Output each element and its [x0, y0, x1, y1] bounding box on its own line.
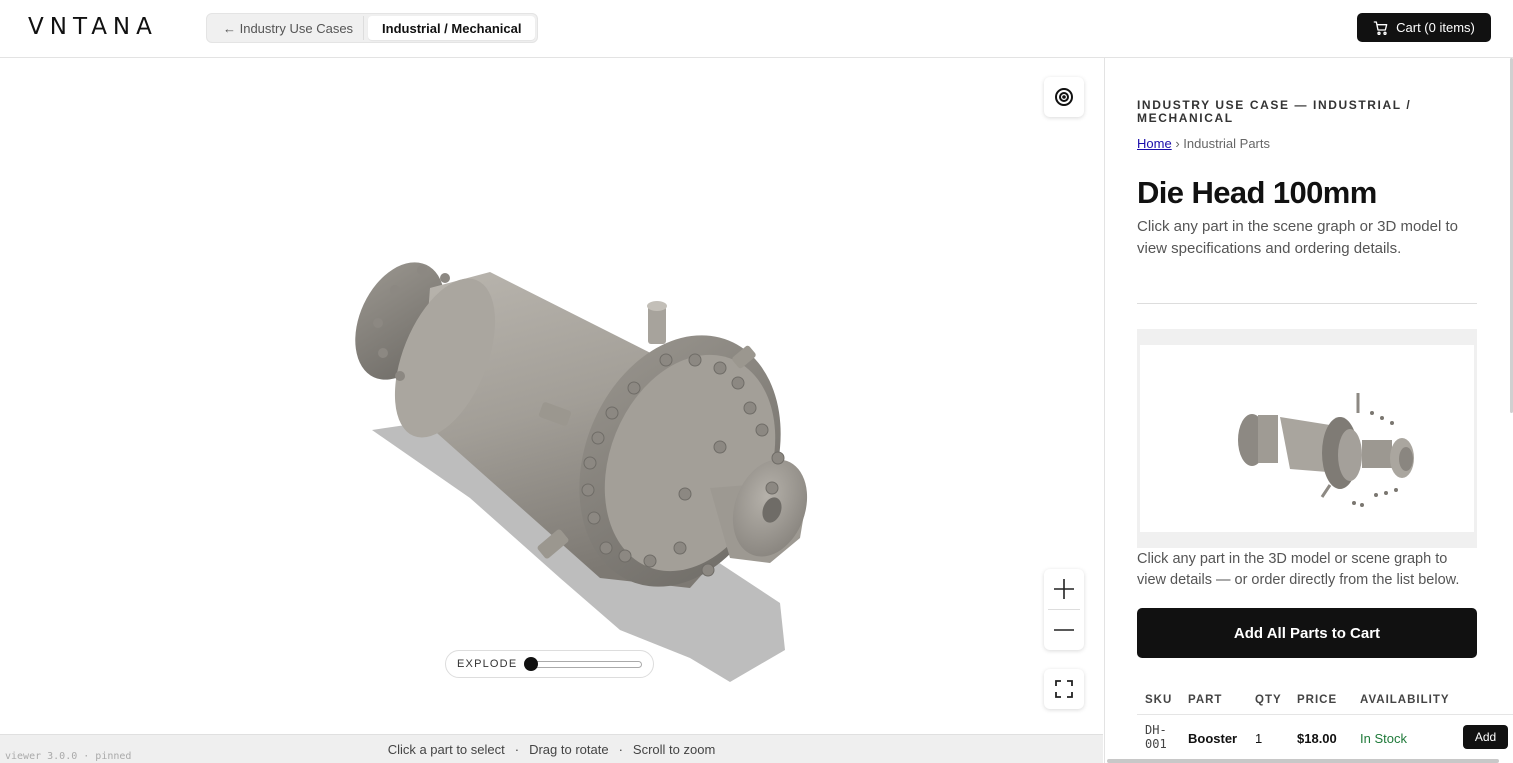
hint-zoom: Scroll to zoom: [632, 741, 716, 757]
current-category-tab[interactable]: Industrial / Mechanical: [368, 16, 536, 40]
row-availability: In Stock: [1360, 731, 1407, 746]
table-row[interactable]: DH-001 Booster 1 $18.00 In Stock Add: [1137, 714, 1513, 758]
back-to-industry-use-cases-link[interactable]: ← Industry Use Cases: [209, 16, 365, 40]
row-qty: 1: [1255, 731, 1263, 746]
breadcrumb-current: Industrial Parts: [1183, 136, 1270, 151]
add-all-parts-button[interactable]: Add All Parts to Cart: [1137, 608, 1477, 658]
minus-icon: [1054, 629, 1074, 631]
top-header: VNTANA ← Industry Use Cases Industrial /…: [0, 0, 1513, 58]
hint-sep: ·: [514, 741, 520, 757]
fullscreen-button[interactable]: [1044, 669, 1084, 709]
row-sku: DH-001: [1145, 723, 1167, 751]
viewer-version: viewer 3.0.0 · pinned: [5, 751, 132, 762]
col-price: PRICE: [1297, 694, 1338, 706]
3d-viewer[interactable]: EXPLODE Click a part to select · Drag to…: [0, 58, 1103, 763]
explode-slider-thumb[interactable]: [524, 657, 538, 671]
cart-icon: [1373, 20, 1388, 35]
explode-label: EXPLODE: [457, 658, 518, 670]
hint-select: Click a part to select: [387, 741, 505, 757]
col-part: PART: [1188, 694, 1223, 706]
product-details-panel: INDUSTRY USE CASE — INDUSTRIAL / MECHANI…: [1104, 58, 1513, 763]
use-case-eyebrow: INDUSTRY USE CASE — INDUSTRIAL / MECHANI…: [1137, 98, 1412, 125]
col-availability: AVAILABILITY: [1360, 694, 1450, 706]
order-hint: Click any part in the 3D model or scene …: [1137, 551, 1460, 588]
viewer-hint-bar: Click a part to select · Drag to rotate …: [0, 734, 1103, 763]
exploded-preview-frame: [1137, 329, 1477, 548]
row-add-button[interactable]: Add: [1463, 725, 1508, 749]
target-button[interactable]: [1044, 77, 1084, 117]
vntana-logo[interactable]: VNTANA: [28, 14, 158, 40]
hint-rotate: Drag to rotate: [529, 741, 609, 757]
hint-sep: ·: [618, 741, 623, 757]
row-price: $18.00: [1297, 731, 1337, 746]
top-bolt-head: [647, 301, 667, 311]
exploded-model-thumbnail: [1238, 393, 1414, 507]
breadcrumb: Home › Industrial Parts: [1137, 136, 1270, 151]
col-sku: SKU: [1145, 694, 1173, 706]
zoom-in-button[interactable]: [1044, 569, 1084, 609]
cart-button[interactable]: Cart (0 items): [1357, 13, 1491, 42]
die-head-3d-model[interactable]: [0, 58, 1103, 734]
nav-breadcrumb: ← Industry Use Cases Industrial / Mechan…: [206, 13, 539, 43]
explode-slider-track[interactable]: [530, 661, 642, 668]
exploded-preview[interactable]: [1140, 345, 1474, 532]
target-icon: [1055, 88, 1073, 106]
col-qty: QTY: [1255, 694, 1282, 706]
breadcrumb-home-link[interactable]: Home: [1137, 136, 1172, 151]
row-part: Booster: [1188, 731, 1238, 746]
plus-icon: [1054, 579, 1074, 599]
product-description: Click any part in the scene graph or 3D …: [1137, 218, 1458, 257]
explode-control: EXPLODE: [445, 650, 654, 678]
horizontal-scrollbar[interactable]: [1107, 759, 1499, 763]
product-title: Die Head 100mm: [1137, 175, 1377, 210]
fullscreen-icon: [1055, 680, 1073, 698]
zoom-out-button[interactable]: [1044, 610, 1084, 650]
section-divider: [1137, 303, 1477, 304]
zoom-controls: [1044, 569, 1084, 650]
breadcrumb-separator: ›: [1175, 136, 1180, 151]
top-bolt[interactable]: [648, 306, 666, 344]
cart-label: Cart (0 items): [1396, 20, 1475, 35]
